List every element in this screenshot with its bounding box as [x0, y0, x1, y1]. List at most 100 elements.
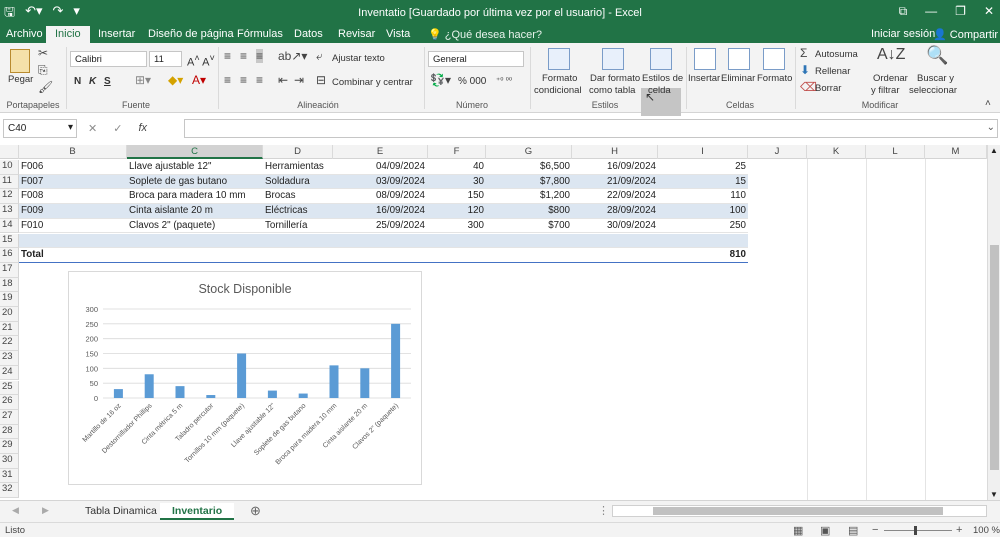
cell-date[interactable]: 03/09/2024 [335, 176, 425, 187]
cell-date2[interactable]: 21/09/2024 [572, 176, 656, 187]
cell-date[interactable]: 25/09/2024 [335, 220, 425, 231]
cell-qty[interactable]: 30 [428, 176, 484, 187]
tab-revisar[interactable]: Revisar [338, 28, 375, 40]
chart-bar[interactable] [237, 353, 247, 399]
cell-stock[interactable]: 110 [658, 190, 746, 201]
ribbon-display-icon[interactable]: ⧉ [899, 4, 908, 19]
tab-vista[interactable]: Vista [386, 28, 410, 40]
formula-input[interactable] [184, 119, 998, 138]
cell-stock[interactable]: 15 [658, 176, 746, 187]
sheet-tab-inventario[interactable]: Inventario [160, 503, 235, 520]
clear-button[interactable]: Borrar [815, 83, 841, 94]
italic-button[interactable]: K [89, 76, 96, 87]
autosum-icon[interactable]: Σ [800, 46, 807, 60]
cell-date2[interactable]: 30/09/2024 [572, 220, 656, 231]
increase-indent-icon[interactable]: ⇥ [294, 73, 304, 87]
row-header[interactable]: 16 [0, 248, 19, 263]
page-break-icon[interactable]: ▤ [848, 524, 858, 537]
cut-icon[interactable]: ✂ [38, 46, 48, 60]
column-header[interactable]: M [925, 145, 987, 159]
row-header[interactable]: 30 [0, 454, 19, 469]
row-header[interactable]: 32 [0, 483, 19, 499]
sort-filter-icon[interactable]: A↓Z [877, 46, 905, 64]
column-header[interactable]: D [263, 145, 333, 159]
cell-date[interactable]: 08/09/2024 [335, 190, 425, 201]
chart-bar[interactable] [267, 390, 277, 398]
row-header[interactable]: 26 [0, 395, 19, 410]
zoom-slider-handle[interactable] [914, 526, 917, 535]
cell-cat[interactable]: Soldadura [265, 176, 335, 187]
bold-button[interactable]: N [74, 76, 81, 87]
underline-button[interactable]: S [104, 76, 111, 87]
merge-center-button[interactable]: Combinar y centrar [332, 77, 413, 88]
row-header[interactable]: 14 [0, 218, 19, 234]
cell-stock[interactable]: 25 [658, 161, 746, 172]
row-header[interactable]: 25 [0, 380, 19, 396]
insert-cells-icon[interactable] [694, 48, 716, 70]
cell-price[interactable]: $6,500 [486, 161, 570, 172]
cell-stock[interactable]: 250 [658, 220, 746, 231]
find-select-label-1[interactable]: Buscar y [917, 73, 954, 84]
insert-cells-button[interactable]: Insertar [688, 73, 720, 84]
normal-view-icon[interactable]: ▦ [793, 524, 803, 537]
orientation-icon[interactable]: ab↗▾ [278, 49, 307, 63]
cell-id[interactable]: F006 [21, 161, 121, 172]
tab-diseno-pagina[interactable]: Diseño de página [148, 28, 234, 40]
stock-chart[interactable]: Stock Disponible 300 250 200 150 100 50 0 Marti… [68, 271, 422, 485]
enter-icon[interactable]: ✓ [113, 122, 122, 135]
row-header[interactable]: 28 [0, 424, 19, 440]
autosum-button[interactable]: Autosuma [815, 49, 858, 60]
delete-cells-icon[interactable] [728, 48, 750, 70]
column-header[interactable]: E [333, 145, 428, 159]
zoom-in-icon[interactable]: + [956, 524, 962, 536]
table-row[interactable]: F010 Clavos 2" (paquete) Tornillería 25/09/… [19, 219, 748, 234]
table-row[interactable]: Total 810 [19, 248, 748, 263]
align-top-icon[interactable]: ≡ [224, 49, 231, 63]
scroll-down-icon[interactable]: ▼ [990, 490, 998, 499]
cell-id[interactable]: Total [21, 249, 121, 260]
prev-sheet-icon[interactable]: ◀ [12, 505, 19, 516]
currency-icon[interactable]: 💱▾ [430, 73, 451, 87]
decimal-icons[interactable]: ⁺⁰ ⁰⁰ [496, 76, 512, 85]
column-header[interactable]: F [428, 145, 486, 159]
sign-in-link[interactable]: Iniciar sesión [871, 28, 935, 40]
row-header[interactable]: 19 [0, 292, 19, 307]
font-name-select[interactable]: Calibri [70, 51, 147, 67]
fill-icon[interactable]: ⬇ [800, 63, 810, 77]
cell-styles-label-1[interactable]: Estilos de [642, 73, 683, 84]
cell-name[interactable]: Cinta aislante 20 m [129, 205, 259, 216]
decrease-indent-icon[interactable]: ⇤ [278, 73, 288, 87]
align-middle-icon[interactable]: ≡ [240, 49, 247, 63]
sheet-tab-tabla-dinamica[interactable]: Tabla Dinamica [73, 503, 169, 520]
column-header[interactable]: G [486, 145, 572, 159]
find-select-label-2[interactable]: seleccionar [909, 85, 957, 96]
font-color-icon[interactable]: A▾ [192, 73, 206, 87]
tab-formulas[interactable]: Fórmulas [237, 28, 283, 40]
format-table-label-2[interactable]: como tabla [589, 85, 635, 96]
row-header[interactable]: 24 [0, 365, 19, 381]
scrollbar-thumb[interactable] [990, 245, 999, 470]
zoom-slider[interactable] [884, 530, 952, 531]
tell-me-box[interactable]: 💡 ¿Qué desea hacer? [428, 28, 542, 41]
cell-name[interactable]: Clavos 2" (paquete) [129, 220, 259, 231]
align-center-icon[interactable]: ≡ [240, 73, 247, 87]
conditional-format-icon[interactable] [548, 48, 570, 70]
cancel-icon[interactable]: ✕ [88, 122, 97, 135]
format-painter-icon[interactable]: 🖌 [38, 80, 53, 94]
merge-center-icon[interactable]: ⊟ [316, 73, 326, 87]
zoom-level[interactable]: 100 % [973, 525, 1000, 536]
format-table-icon[interactable] [602, 48, 624, 70]
cell-date[interactable]: 16/09/2024 [335, 205, 425, 216]
row-header[interactable]: 15 [0, 233, 19, 249]
row-header[interactable]: 22 [0, 336, 19, 352]
row-header[interactable]: 31 [0, 468, 19, 484]
close-icon[interactable]: ✕ [984, 4, 994, 19]
table-row[interactable]: F009 Cinta aislante 20 m Eléctricas 16/09/2… [19, 204, 748, 219]
number-format-select[interactable]: General [428, 51, 524, 67]
cell-price[interactable]: $700 [486, 220, 570, 231]
cell-name[interactable]: Broca para madera 10 mm [129, 190, 259, 201]
paste-icon[interactable] [10, 49, 30, 73]
column-header[interactable]: J [748, 145, 807, 159]
cell-date2[interactable]: 16/09/2024 [572, 161, 656, 172]
row-header[interactable]: 21 [0, 321, 19, 337]
